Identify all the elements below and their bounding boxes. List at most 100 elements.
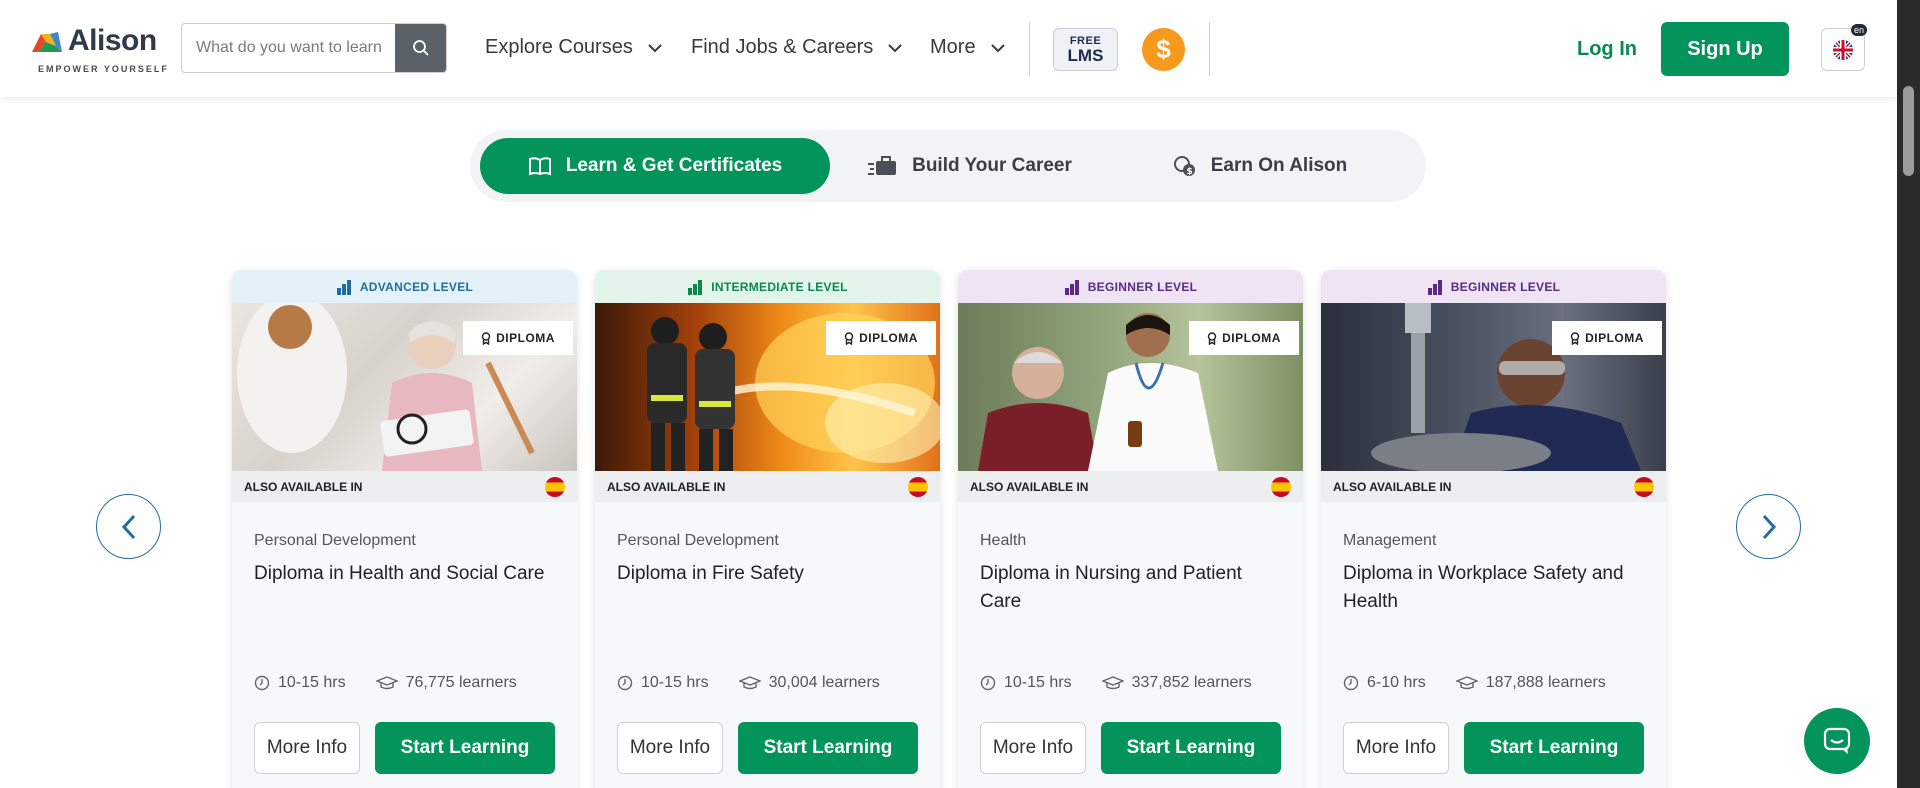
spain-flag-icon[interactable]: [1634, 476, 1654, 497]
diploma-label: DIPLOMA: [859, 331, 918, 345]
tab-earn-alison[interactable]: $ Earn On Alison: [1150, 138, 1370, 194]
course-category: Management: [1343, 532, 1437, 549]
level-banner: ADVANCED LEVEL: [232, 270, 577, 303]
course-card[interactable]: INTERMEDIATE LEVEL DIPLOMA ALSO AVAILABL…: [595, 270, 940, 788]
course-duration: 10-15 hrs: [1004, 674, 1072, 691]
level-label: INTERMEDIATE LEVEL: [711, 279, 848, 294]
nav-explore-courses[interactable]: Explore Courses: [485, 36, 663, 59]
level-bars-icon: [1427, 279, 1442, 295]
tab-learn-certificates[interactable]: Learn & Get Certificates: [480, 138, 830, 194]
site-header: Alison EMPOWER YOURSELF Explore Courses …: [0, 0, 1897, 97]
chevron-down-icon: [888, 43, 903, 52]
alison-logo-icon: [32, 32, 62, 52]
course-title[interactable]: Diploma in Nursing and Patient Care: [980, 560, 1285, 616]
chat-icon: [1823, 727, 1851, 754]
also-available-bar: ALSO AVAILABLE IN: [232, 471, 577, 502]
tab-label: Earn On Alison: [1210, 155, 1348, 176]
course-title[interactable]: Diploma in Workplace Safety and Health: [1343, 560, 1648, 616]
ribbon-icon: [481, 331, 491, 345]
ribbon-icon: [1570, 331, 1580, 345]
start-learning-button[interactable]: Start Learning: [1464, 722, 1644, 774]
diploma-badge: DIPLOMA: [1189, 321, 1299, 355]
free-lms-button[interactable]: FREE LMS: [1053, 28, 1118, 71]
language-selector[interactable]: en: [1821, 24, 1867, 71]
more-info-button[interactable]: More Info: [980, 722, 1086, 774]
course-meta: 6-10 hrs 187,888 learners: [1343, 674, 1606, 692]
course-learners: 76,775 learners: [405, 674, 517, 691]
signup-button[interactable]: Sign Up: [1661, 22, 1789, 76]
course-card[interactable]: BEGINNER LEVEL DIPLOMA ALSO AVAILABLE IN…: [1321, 270, 1666, 788]
level-label: ADVANCED LEVEL: [359, 279, 474, 294]
chevron-right-icon: [1762, 514, 1776, 539]
book-icon: [528, 157, 551, 176]
diploma-label: DIPLOMA: [1585, 331, 1644, 345]
login-link[interactable]: Log In: [1577, 38, 1637, 61]
graduation-cap-icon: [1101, 676, 1124, 690]
nav-divider: [1029, 22, 1030, 76]
course-duration: 10-15 hrs: [278, 674, 346, 691]
level-banner: BEGINNER LEVEL: [958, 270, 1303, 303]
search-input[interactable]: [182, 24, 395, 72]
start-learning-button[interactable]: Start Learning: [375, 722, 555, 774]
also-available-label: ALSO AVAILABLE IN: [244, 479, 363, 494]
nav-more-label: More: [930, 36, 976, 58]
spain-flag-icon[interactable]: [545, 476, 565, 497]
chat-button[interactable]: [1804, 708, 1870, 774]
svg-text:$: $: [1186, 167, 1192, 177]
spain-flag-icon[interactable]: [1271, 476, 1291, 497]
course-duration: 10-15 hrs: [641, 674, 709, 691]
more-info-button[interactable]: More Info: [254, 722, 360, 774]
diploma-badge: DIPLOMA: [826, 321, 936, 355]
tab-label: Build Your Career: [912, 155, 1072, 176]
level-banner: INTERMEDIATE LEVEL: [595, 270, 940, 303]
page-scrollbar[interactable]: [1897, 0, 1920, 788]
start-learning-button[interactable]: Start Learning: [738, 722, 918, 774]
course-meta: 10-15 hrs 337,852 learners: [980, 674, 1252, 692]
course-card[interactable]: ADVANCED LEVEL DIPLOMA ALSO AVAILABLE IN…: [232, 270, 577, 788]
more-info-button[interactable]: More Info: [617, 722, 723, 774]
alison-logo[interactable]: Alison EMPOWER YOURSELF: [30, 24, 167, 76]
level-banner: BEGINNER LEVEL: [1321, 270, 1666, 303]
nav-more[interactable]: More: [930, 36, 1006, 59]
diploma-label: DIPLOMA: [1222, 331, 1281, 345]
course-title[interactable]: Diploma in Health and Social Care: [254, 560, 559, 588]
nav-find-jobs[interactable]: Find Jobs & Careers: [691, 36, 903, 59]
scrollbar-thumb[interactable]: [1903, 86, 1914, 176]
chevron-down-icon: [648, 43, 662, 52]
start-learning-button[interactable]: Start Learning: [1101, 722, 1281, 774]
course-title[interactable]: Diploma in Fire Safety: [617, 560, 922, 588]
course-meta: 10-15 hrs 30,004 learners: [617, 674, 880, 692]
nav-divider: [1209, 22, 1210, 76]
graduation-cap-icon: [375, 676, 398, 690]
course-card[interactable]: BEGINNER LEVEL DIPLOMA ALSO AVAILABLE IN…: [958, 270, 1303, 788]
course-image: DIPLOMA: [958, 303, 1303, 471]
carousel-next-button[interactable]: [1736, 494, 1801, 559]
ribbon-icon: [1207, 331, 1217, 345]
course-image: DIPLOMA: [1321, 303, 1666, 471]
logo-text: Alison: [68, 24, 157, 57]
course-meta: 10-15 hrs 76,775 learners: [254, 674, 517, 692]
course-learners: 187,888 learners: [1485, 674, 1606, 691]
free-lms-bottom: LMS: [1067, 45, 1104, 65]
also-available-label: ALSO AVAILABLE IN: [1333, 479, 1452, 494]
also-available-bar: ALSO AVAILABLE IN: [958, 471, 1303, 502]
spain-flag-icon[interactable]: [908, 476, 928, 497]
course-duration: 6-10 hrs: [1367, 674, 1426, 691]
search-button[interactable]: [395, 24, 446, 72]
diploma-badge: DIPLOMA: [1552, 321, 1662, 355]
diploma-label: DIPLOMA: [496, 331, 555, 345]
earn-coin-button[interactable]: $: [1142, 28, 1185, 71]
level-bars-icon: [336, 279, 351, 295]
nav-explore-courses-label: Explore Courses: [485, 36, 633, 58]
diploma-badge: DIPLOMA: [463, 321, 573, 355]
more-info-button[interactable]: More Info: [1343, 722, 1449, 774]
carousel-prev-button[interactable]: [96, 494, 161, 559]
journey-tabs: Learn & Get Certificates Build Your Care…: [470, 130, 1426, 202]
course-learners: 337,852 learners: [1131, 674, 1252, 691]
logo-tagline: EMPOWER YOURSELF: [38, 64, 169, 74]
graduation-cap-icon: [1455, 676, 1478, 690]
level-label: BEGINNER LEVEL: [1450, 279, 1561, 294]
also-available-label: ALSO AVAILABLE IN: [970, 479, 1089, 494]
course-image: DIPLOMA: [232, 303, 577, 471]
tab-build-career[interactable]: Build Your Career: [850, 138, 1090, 194]
